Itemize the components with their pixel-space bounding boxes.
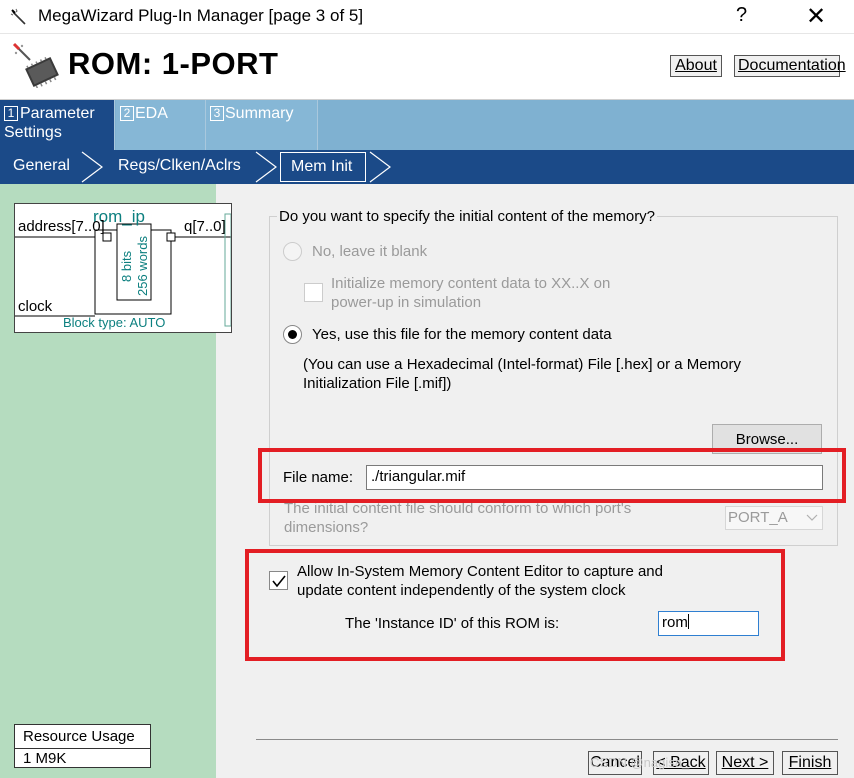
main-tabs: 1 Parameter Settings 2 EDA 3 Summary	[0, 100, 854, 150]
watermark: CSDN @nagisa_	[590, 755, 690, 770]
resource-usage-box: Resource Usage 1 M9K	[14, 724, 151, 768]
close-icon[interactable]: ✕	[806, 2, 826, 31]
tab-label: Summary	[225, 105, 294, 122]
tab-eda[interactable]: 2 EDA	[116, 100, 206, 150]
clock-port-label: clock	[18, 298, 53, 315]
wizard-header: ROM: 1-PORT About Documentation	[0, 34, 854, 100]
radio-selected-dot	[288, 330, 297, 339]
init-xx-label-line1: Initialize memory content data to XX..X …	[331, 275, 611, 292]
mem-init-question: Do you want to specify the initial conte…	[277, 208, 658, 225]
resource-usage-value: 1 M9K	[23, 750, 67, 767]
init-xx-checkbox[interactable]	[304, 283, 323, 302]
wizard-wand-icon	[10, 8, 26, 25]
option-file-label: Yes, use this file for the memory conten…	[312, 326, 612, 343]
option-blank-label: No, leave it blank	[312, 243, 428, 260]
tab-number: 1	[4, 106, 18, 121]
port-select[interactable]: PORT_A	[725, 506, 823, 530]
documentation-button[interactable]: Documentation	[734, 55, 846, 77]
resource-usage-title: Resource Usage	[23, 728, 135, 745]
page-title: ROM: 1-PORT	[68, 46, 279, 81]
radio-no-leave-blank[interactable]	[283, 242, 302, 261]
words-label: 256 words	[135, 236, 150, 296]
title-bar: MegaWizard Plug-In Manager [page 3 of 5]…	[0, 0, 854, 34]
tab-summary[interactable]: 3 Summary	[206, 100, 318, 150]
window-title: MegaWizard Plug-In Manager [page 3 of 5]	[38, 6, 364, 25]
chevron-right-icon	[81, 151, 103, 183]
help-icon[interactable]: ?	[736, 4, 747, 27]
footer-divider	[256, 739, 838, 740]
subtab-mem-init[interactable]: Mem Init	[280, 152, 366, 182]
chevron-right-icon	[255, 151, 277, 183]
tab-number: 2	[120, 106, 134, 121]
tab-number: 3	[210, 106, 224, 121]
file-hint-line1: (You can use a Hexadecimal (Intel-format…	[303, 356, 741, 373]
port-select-value: PORT_A	[728, 509, 788, 526]
conform-label-line2: dimensions?	[284, 519, 369, 536]
tab-label: EDA	[135, 105, 168, 122]
block-symbol: rom_ip address[7..0] q[7..0] clock 8 bit…	[14, 203, 232, 333]
chevron-right-icon	[369, 151, 391, 183]
subtab-general[interactable]: General	[13, 157, 70, 175]
block-type-label: Block type: AUTO	[63, 315, 166, 330]
chevron-down-icon	[806, 514, 818, 521]
highlight-editor-options	[245, 549, 785, 661]
highlight-file-name	[258, 448, 846, 503]
subtab-regs-clken-aclrs[interactable]: Regs/Clken/Aclrs	[118, 157, 241, 175]
q-port-label: q[7..0]	[184, 218, 226, 235]
init-xx-label-line2: power-up in simulation	[331, 294, 482, 311]
file-hint-line2: Initialization File [.mif])	[303, 375, 452, 392]
next-button[interactable]: Next >	[716, 751, 774, 775]
address-port-label: address[7..0]	[18, 218, 105, 235]
divider	[15, 748, 150, 749]
about-button[interactable]: About	[670, 55, 722, 77]
finish-button[interactable]: Finish	[782, 751, 838, 775]
tab-parameter-settings[interactable]: 1 Parameter Settings	[0, 100, 115, 150]
radio-use-file[interactable]	[283, 325, 302, 344]
sub-tabs: General Regs/Clken/Aclrs Mem Init	[0, 150, 854, 184]
chip-wand-icon	[12, 42, 59, 88]
